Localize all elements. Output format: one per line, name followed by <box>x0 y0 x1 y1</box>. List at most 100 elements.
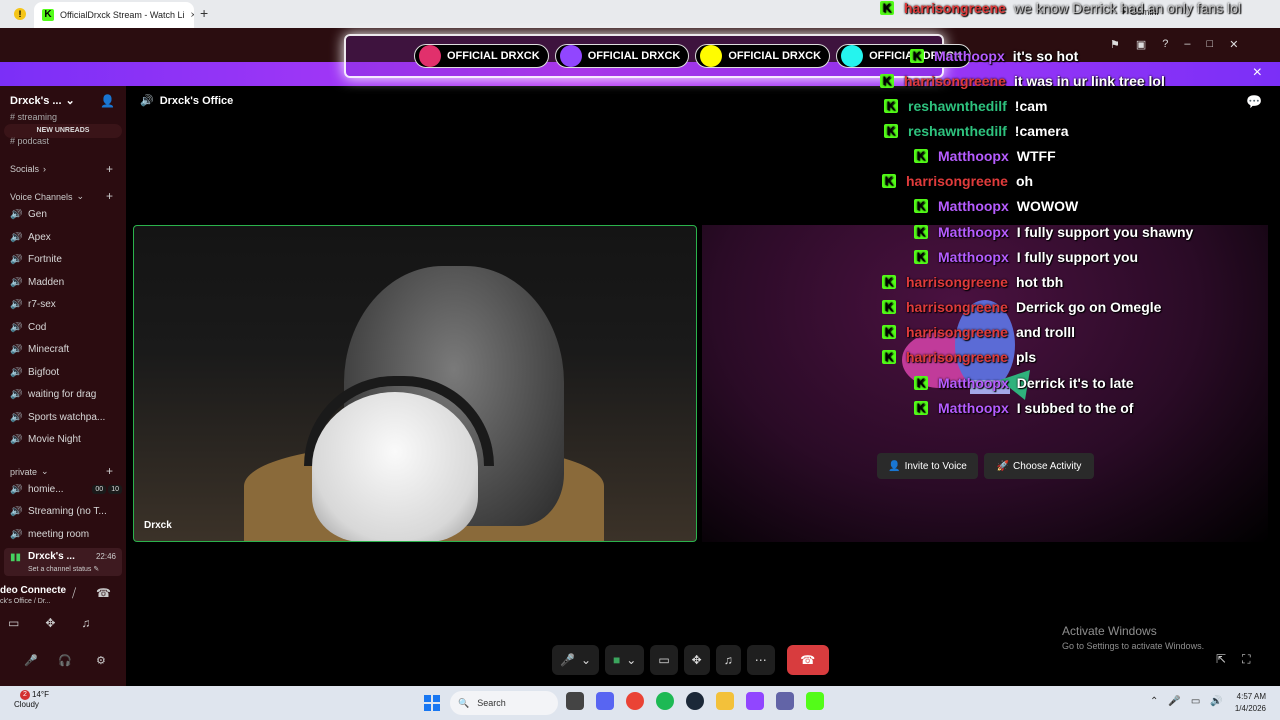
settings-gear-icon[interactable]: ⚙ <box>96 654 106 667</box>
file-explorer-icon[interactable] <box>716 692 734 710</box>
kick-icon: K <box>882 174 896 188</box>
maximize-icon[interactable]: □ <box>1207 38 1214 51</box>
soundboard-icon: ♫ <box>723 653 733 667</box>
category-socials[interactable]: Socials › <box>10 164 46 174</box>
teams-icon[interactable] <box>776 692 794 710</box>
banner-close-button[interactable]: × <box>1253 64 1262 82</box>
chat-message: Kharrisongreene Derrick go on Omegle <box>882 299 1161 315</box>
voice-channel[interactable]: 🔊 Bigfoot <box>10 367 122 378</box>
voice-channel[interactable]: 🔊 Sports watchpa... <box>10 412 122 423</box>
user-limit-badge: 00 10 <box>92 485 122 494</box>
server-header[interactable]: Drxck's ... ⌄ <box>10 94 75 108</box>
kick-icon: K <box>882 275 896 289</box>
browser-tab[interactable]: K OfficialDrxck Stream - Watch Li × <box>34 2 194 28</box>
disconnect-icon[interactable]: ☎ <box>96 586 111 600</box>
weather-widget[interactable]: 2 14°F Cloudy <box>14 690 49 710</box>
soundboard-icon[interactable]: ♫ <box>81 616 90 630</box>
voice-channel[interactable]: 🔊 Minecraft <box>10 344 122 355</box>
screen-share-icon: ▭ <box>658 653 670 667</box>
video-person-cap <box>312 392 478 541</box>
activities-icon: ✥ <box>691 653 702 667</box>
voice-channel[interactable]: 🔊 Cod <box>10 322 122 333</box>
warning-icon[interactable]: ! <box>14 8 26 20</box>
tab-close-button[interactable]: × <box>191 10 194 21</box>
twitch-icon <box>559 45 582 67</box>
active-voice-channel[interactable]: ▮▮ Drxck's ... 22:46 Set a channel statu… <box>4 548 122 576</box>
chat-bubble-icon[interactable]: 💬 <box>1246 94 1262 110</box>
close-icon[interactable]: ✕ <box>1229 38 1238 51</box>
steam-icon[interactable] <box>686 692 704 710</box>
taskbar-search[interactable]: 🔍 Search <box>450 691 558 715</box>
screen-share-icon[interactable]: ▭ <box>8 616 19 630</box>
help-icon[interactable]: ? <box>1162 38 1168 51</box>
channel-podcast[interactable]: # podcast <box>10 136 49 146</box>
chevron-down-icon: ⌄ <box>41 466 49 476</box>
video-tile[interactable]: Drxck <box>133 225 697 542</box>
speaker-icon: 🔊 <box>10 367 23 378</box>
microphone-icon[interactable]: 🎤 <box>1168 696 1180 707</box>
kick-icon[interactable] <box>806 692 824 710</box>
new-tab-button[interactable]: + <box>200 5 208 21</box>
activities-button[interactable]: ✥ <box>683 645 710 675</box>
activate-windows-watermark: Activate Windows Go to Settings to activ… <box>1062 624 1205 651</box>
microphone-toggle-button[interactable]: 🎤 ⌄ <box>552 645 600 675</box>
popout-icon[interactable]: ⇱ <box>1216 652 1226 667</box>
category-private[interactable]: private ⌄ <box>10 466 49 477</box>
channel-streaming[interactable]: # streaming <box>10 112 57 122</box>
chat-message: K Matthoopx Derrick it's to late <box>914 375 1134 391</box>
voice-channel[interactable]: 🔊 r7-sex <box>10 299 122 310</box>
chat-message: K Matthoopx I fully support you <box>914 249 1138 265</box>
tiktok-icon <box>841 45 864 67</box>
soundboard-button[interactable]: ♫ <box>715 645 741 675</box>
invite-to-voice-button[interactable]: 👤 Invite to Voice <box>877 453 978 479</box>
kick-icon: K <box>910 49 924 63</box>
noise-suppression-icon[interactable]: ⧸ <box>72 586 76 601</box>
chevron-up-icon[interactable]: ⌃ <box>1150 696 1158 707</box>
minimize-icon[interactable]: – <box>1184 38 1190 51</box>
add-channel-icon[interactable]: + <box>106 189 113 203</box>
add-channel-icon[interactable]: + <box>106 162 113 176</box>
network-icon[interactable]: ▭ <box>1191 696 1200 707</box>
add-channel-icon[interactable]: + <box>106 464 113 478</box>
inbox-icon[interactable]: ⚑ <box>1110 38 1120 51</box>
notification-badge: 2 <box>20 690 30 700</box>
voice-channel[interactable]: 🔊 Movie Night <box>10 434 122 445</box>
headphones-icon[interactable]: 🎧 <box>58 654 72 667</box>
volume-icon[interactable]: 🔊 <box>1210 696 1222 707</box>
task-view-icon[interactable] <box>566 692 584 710</box>
fullscreen-icon[interactable]: ⛶ <box>1242 652 1250 667</box>
screen-share-button[interactable]: ▭ <box>650 645 678 675</box>
chevron-right-icon: › <box>43 164 47 174</box>
voice-channel[interactable]: 🔊 Apex <box>10 232 122 243</box>
windows-start-icon[interactable] <box>424 695 440 711</box>
voice-channel[interactable]: 🔊 waiting for drag <box>10 389 122 400</box>
camera-toggle-button[interactable]: ■ ⌄ <box>605 645 645 675</box>
discord-icon[interactable] <box>596 692 614 710</box>
social-pill-snapchat: OFFICIAL DRXCK <box>695 44 831 68</box>
chat-message: K Matthoopx I fully support you shawny <box>914 224 1193 240</box>
category-voice-channels[interactable]: Voice Channels ⌄ <box>10 191 84 202</box>
kick-icon: K <box>882 350 896 364</box>
spotify-icon[interactable] <box>656 692 674 710</box>
voice-channel[interactable]: 🔊 meeting room <box>10 529 122 540</box>
voice-channel[interactable]: 🔊 Madden <box>10 277 122 288</box>
more-options-button[interactable]: ⋯ <box>746 645 775 675</box>
kick-icon: K <box>42 9 54 21</box>
twitch-icon[interactable] <box>746 692 764 710</box>
activities-icon[interactable]: ✥ <box>45 616 55 630</box>
voice-channel[interactable]: 🔊 Fortnite <box>10 254 122 265</box>
end-call-button[interactable]: ☎ <box>786 645 829 675</box>
more-dots-icon: ⋯ <box>754 653 767 667</box>
voice-channel[interactable]: 🔊 Streaming (no T... <box>10 506 122 517</box>
chat-message: Kharrisongreene it was in ur link tree lo… <box>880 73 1165 89</box>
microphone-icon[interactable]: 🎤 <box>24 654 38 667</box>
kick-icon: K <box>914 149 928 163</box>
add-user-icon[interactable]: 👤 <box>100 94 115 108</box>
choose-activity-button[interactable]: 🚀 Choose Activity <box>984 453 1094 479</box>
screen-icon[interactable]: ▣ <box>1136 38 1146 51</box>
chrome-icon[interactable] <box>626 692 644 710</box>
taskbar-clock[interactable]: 4:57 AM 1/4/2026 <box>1230 691 1266 715</box>
voice-channel[interactable]: 🔊 homie... 00 10 <box>10 484 122 495</box>
voice-channel[interactable]: 🔊 Gen <box>10 209 122 220</box>
set-channel-status[interactable]: Set a channel status ✎ <box>28 565 99 573</box>
